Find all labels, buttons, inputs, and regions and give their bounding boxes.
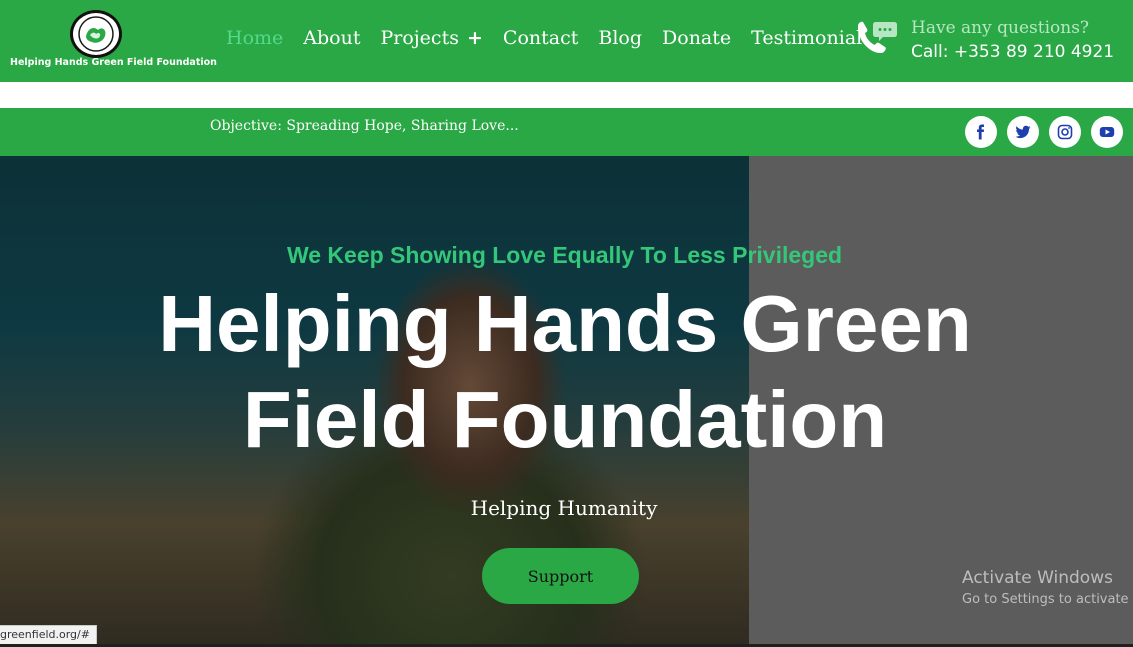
phone-chat-icon — [852, 18, 898, 62]
logo-emblem-icon — [78, 16, 114, 52]
nav-home[interactable]: Home — [226, 27, 283, 49]
objective-bar: Objective: Spreading Hope, Sharing Love.… — [0, 108, 1133, 156]
main-nav: Home About Projects + Contact Blog Donat… — [226, 27, 882, 49]
nav-projects[interactable]: Projects + — [380, 27, 482, 49]
status-bar-url: greenfield.org/# — [0, 625, 97, 645]
site-header: Helping Hands Green Field Foundation Hom… — [0, 0, 1133, 82]
nav-projects-label: Projects — [380, 27, 459, 49]
hero-tagline: Helping Humanity — [470, 496, 658, 520]
hero-subtitle: We Keep Showing Love Equally To Less Pri… — [286, 242, 843, 268]
nav-about[interactable]: About — [303, 27, 360, 49]
twitter-icon[interactable] — [1007, 116, 1039, 148]
objective-text: Objective: Spreading Hope, Sharing Love.… — [210, 118, 519, 134]
nav-testimonial[interactable]: Testimonial — [751, 27, 862, 49]
instagram-icon[interactable] — [1049, 116, 1081, 148]
facebook-icon[interactable] — [965, 116, 997, 148]
youtube-icon[interactable] — [1091, 116, 1123, 148]
brand-name[interactable]: Helping Hands Green Field Foundation — [10, 57, 217, 68]
activate-subtitle: Go to Settings to activate — [962, 592, 1129, 607]
nav-donate[interactable]: Donate — [662, 27, 731, 49]
plus-icon: + — [467, 27, 483, 49]
nav-contact[interactable]: Contact — [503, 27, 578, 49]
contact-phone[interactable]: Call: +353 89 210 4921 — [911, 42, 1114, 62]
logo[interactable] — [70, 10, 122, 58]
hero-title: Helping Hands Green Field Foundation — [158, 279, 972, 464]
contact-question: Have any questions? — [911, 18, 1090, 38]
activate-windows-watermark: Activate Windows Go to Settings to activ… — [962, 568, 1129, 607]
nav-blog[interactable]: Blog — [598, 27, 642, 49]
support-button[interactable]: Support — [482, 548, 639, 604]
activate-title: Activate Windows — [962, 568, 1113, 588]
hero-section: We Keep Showing Love Equally To Less Pri… — [0, 156, 1133, 647]
